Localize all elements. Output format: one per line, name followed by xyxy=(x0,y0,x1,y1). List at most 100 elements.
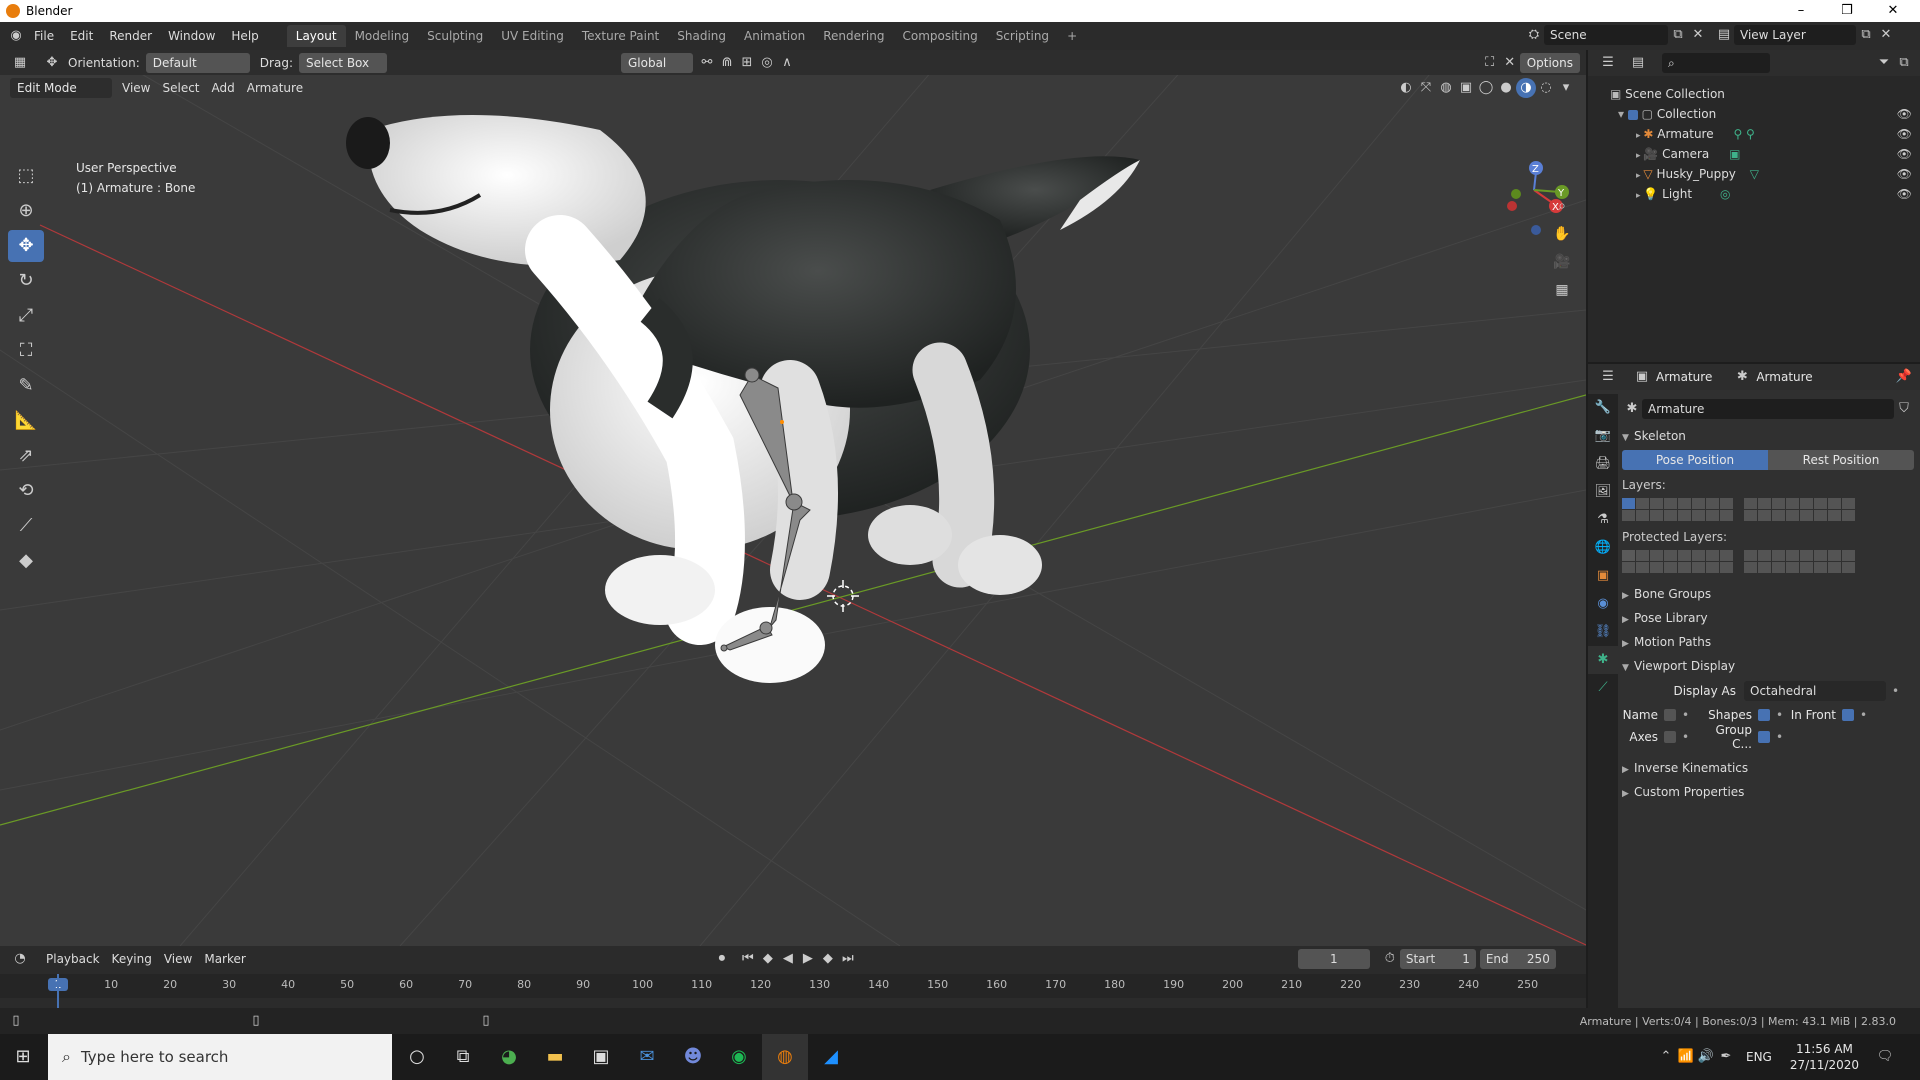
record-icon[interactable]: ⏺ xyxy=(712,949,732,969)
outliner-item-light[interactable]: ▸ 💡 Light ◎ 👁 xyxy=(1588,184,1920,204)
task-view-icon[interactable]: ⧉ xyxy=(440,1034,486,1080)
zoom-icon[interactable]: ⌕ xyxy=(1548,192,1576,220)
3d-viewport[interactable]: ▦ ✥ Orientation: Default Drag: Select Bo… xyxy=(0,50,1586,946)
render-tab-icon[interactable]: 📷 xyxy=(1588,422,1618,450)
outliner-item-husky-puppy[interactable]: ▸ ▽ Husky_Puppy ▽ 👁 xyxy=(1588,164,1920,184)
store-icon[interactable]: ▣ xyxy=(578,1034,624,1080)
physics-tab-icon[interactable]: ◉ xyxy=(1588,590,1618,618)
object-tab-icon[interactable]: ▣ xyxy=(1588,562,1618,590)
eye-icon[interactable]: 👁 xyxy=(1897,144,1912,164)
minimize-button[interactable]: – xyxy=(1778,0,1824,22)
play-icon[interactable]: ▶ xyxy=(798,949,818,969)
language-indicator[interactable]: ENG xyxy=(1746,1050,1772,1064)
blender-menu-icon[interactable]: ◉ xyxy=(6,26,26,46)
clock-icon[interactable]: ⏱ xyxy=(1380,949,1400,969)
pen-icon[interactable]: ✒ xyxy=(1716,1047,1736,1067)
discord-icon[interactable]: ☻ xyxy=(670,1034,716,1080)
mode-dropdown[interactable]: Edit Mode xyxy=(10,77,112,98)
cortana-icon[interactable]: ○ xyxy=(394,1034,440,1080)
menu-window[interactable]: Window xyxy=(160,29,223,43)
transform-orientation-dropdown[interactable]: Global xyxy=(620,52,693,73)
wireframe-shading-icon[interactable]: ◯ xyxy=(1476,78,1496,98)
tab-modeling[interactable]: Modeling xyxy=(346,25,419,47)
spotify-icon[interactable]: ◉ xyxy=(716,1034,762,1080)
filter-icon[interactable]: ⏷ xyxy=(1874,53,1894,73)
skeleton-panel-header[interactable]: ▼ Skeleton xyxy=(1622,424,1914,448)
tab-rendering[interactable]: Rendering xyxy=(814,25,893,47)
pivot-icon[interactable]: ⚯ xyxy=(697,53,717,73)
clock[interactable]: 11:56 AM 27/11/2020 xyxy=(1790,1041,1859,1073)
motion-paths-panel-header[interactable]: ▶ Motion Paths xyxy=(1622,630,1914,654)
inverse-kinematics-panel-header[interactable]: ▶ Inverse Kinematics xyxy=(1622,756,1914,780)
add-workspace-button[interactable]: + xyxy=(1058,25,1086,47)
proportional-edit-icon[interactable]: ◎ xyxy=(757,53,777,73)
taskbar-search[interactable]: ⌕ Type here to search xyxy=(48,1034,392,1080)
timeline-editor-icon[interactable]: ◔ xyxy=(10,949,30,969)
menu-marker[interactable]: Marker xyxy=(198,952,251,966)
bone-groups-panel-header[interactable]: ▶ Bone Groups xyxy=(1622,582,1914,606)
menu-file[interactable]: File xyxy=(26,29,62,43)
display-mode-icon[interactable]: ▤ xyxy=(1628,53,1648,73)
camera-view-icon[interactable]: 🎥 xyxy=(1548,248,1576,276)
close-toolbar-icon[interactable]: ✕ xyxy=(1500,53,1520,73)
world-tab-icon[interactable]: 🌐 xyxy=(1588,534,1618,562)
scale-tool-icon[interactable]: ⤢ xyxy=(8,300,44,332)
snap-icon[interactable]: ⋒ xyxy=(717,53,737,73)
outliner-search-input[interactable]: ⌕ xyxy=(1662,53,1770,73)
eye-icon[interactable]: 👁 xyxy=(1897,184,1912,204)
collection-checkbox[interactable] xyxy=(1627,109,1638,120)
name-checkbox[interactable] xyxy=(1664,709,1676,721)
menu-edit[interactable]: Edit xyxy=(62,29,101,43)
tab-animation[interactable]: Animation xyxy=(735,25,814,47)
current-frame-field[interactable]: 1 xyxy=(1297,949,1370,969)
extrude-tool-icon[interactable]: ⇗ xyxy=(8,440,44,472)
menu-render[interactable]: Render xyxy=(101,29,160,43)
menu-timeline-view[interactable]: View xyxy=(158,952,198,966)
new-view-layer-icon[interactable]: ⧉ xyxy=(1856,25,1876,45)
file-explorer-icon[interactable]: ▬ xyxy=(532,1034,578,1080)
snap-target-icon[interactable]: ⊞ xyxy=(737,53,757,73)
overlay-icon[interactable]: ◍ xyxy=(1436,78,1456,98)
shapes-checkbox[interactable] xyxy=(1758,709,1770,721)
transform-tool-icon[interactable]: ⛶ xyxy=(8,335,44,367)
bone-size-tool-icon[interactable]: ⟋ xyxy=(8,510,44,542)
tab-compositing[interactable]: Compositing xyxy=(893,25,986,47)
scene-field[interactable]: Scene xyxy=(1544,25,1668,45)
options-dropdown[interactable]: Options xyxy=(1519,52,1580,73)
axes-checkbox[interactable] xyxy=(1664,731,1676,743)
envelope-tool-icon[interactable]: ◆ xyxy=(8,545,44,577)
timeline-ruler[interactable]: 1102030405060708090100110120130140150160… xyxy=(0,974,1586,998)
close-button[interactable]: ✕ xyxy=(1870,0,1916,22)
solid-shading-icon[interactable]: ● xyxy=(1496,78,1516,98)
pin-icon[interactable]: 📌 xyxy=(1894,367,1914,387)
notification-icon[interactable]: 🗨 xyxy=(1875,1047,1895,1067)
ortho-grid-icon[interactable]: ▦ xyxy=(1548,276,1576,304)
visibility-icon[interactable]: ◐ xyxy=(1396,78,1416,98)
network-icon[interactable]: 📶 xyxy=(1676,1047,1696,1067)
measure-tool-icon[interactable]: 📐 xyxy=(8,405,44,437)
chrome-icon[interactable]: ◕ xyxy=(486,1034,532,1080)
windows-start-icon[interactable]: ⊞ xyxy=(0,1034,46,1080)
eye-icon[interactable]: 👁 xyxy=(1897,124,1912,144)
datablock-icon[interactable]: ✱ xyxy=(1622,399,1642,419)
armature-data-tab-icon[interactable]: ✱ xyxy=(1588,646,1618,674)
orientation-dropdown[interactable]: Default xyxy=(145,52,250,73)
play-reverse-icon[interactable]: ◀ xyxy=(778,949,798,969)
outliner-editor-icon[interactable]: ☰ xyxy=(1598,53,1618,73)
rest-position-button[interactable]: Rest Position xyxy=(1768,450,1914,470)
output-tab-icon[interactable]: 🖨 xyxy=(1588,450,1618,478)
outliner-scene-collection[interactable]: ▣ Scene Collection xyxy=(1588,84,1920,104)
drag-dropdown[interactable]: Select Box xyxy=(298,52,387,73)
menu-view[interactable]: View xyxy=(116,81,156,95)
gizmo-toggle-icon[interactable]: ⛶ xyxy=(1480,53,1500,73)
move-tool-button-icon[interactable]: ✥ xyxy=(8,230,44,262)
properties-editor-icon[interactable]: ☰ xyxy=(1598,367,1618,387)
end-frame-field[interactable]: End 250 xyxy=(1479,949,1556,969)
shading-options-icon[interactable]: ▾ xyxy=(1556,78,1576,98)
custom-properties-panel-header[interactable]: ▶ Custom Properties xyxy=(1622,780,1914,804)
volume-icon[interactable]: 🔊 xyxy=(1696,1047,1716,1067)
scene-icon[interactable]: ⛭ xyxy=(1524,25,1544,45)
outliner-item-armature[interactable]: ▸ ✱ Armature ⚲ ⚲ 👁 xyxy=(1588,124,1920,144)
start-frame-field[interactable]: Start 1 xyxy=(1399,949,1476,969)
viewport-display-panel-header[interactable]: ▼ Viewport Display xyxy=(1622,654,1914,678)
